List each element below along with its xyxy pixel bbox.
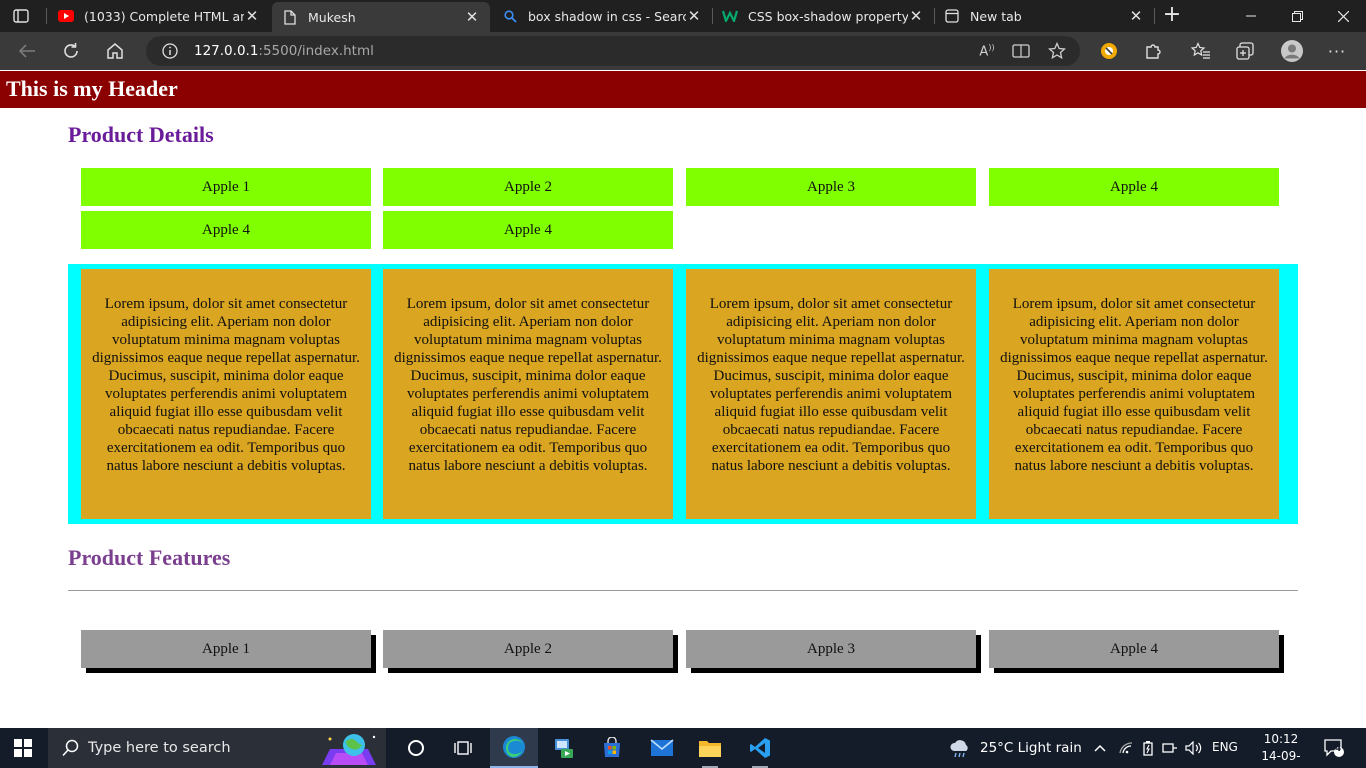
weather-text[interactable]: 25°C Light rain bbox=[980, 740, 1082, 756]
green-box: Apple 4 bbox=[81, 211, 371, 249]
search-icon bbox=[502, 8, 518, 24]
more-menu-icon[interactable]: ··· bbox=[1326, 40, 1348, 62]
collections-icon[interactable] bbox=[1234, 40, 1256, 62]
site-info-icon[interactable] bbox=[160, 41, 180, 61]
tab-title: New tab bbox=[970, 8, 1022, 24]
task-view-icon[interactable] bbox=[440, 728, 488, 768]
new-tab-plus-icon[interactable]: + bbox=[1160, 4, 1184, 28]
cortana-icon[interactable] bbox=[392, 728, 440, 768]
weather-rain-icon[interactable] bbox=[948, 738, 972, 758]
close-window-icon[interactable] bbox=[1320, 0, 1366, 32]
youtube-icon bbox=[58, 8, 74, 24]
notification-count: 4 bbox=[1335, 744, 1342, 754]
device-manager-icon[interactable] bbox=[540, 728, 588, 768]
url-text[interactable]: 127.0.0.1:5500/index.html bbox=[194, 43, 374, 59]
product-features-title: Product Features bbox=[68, 545, 231, 570]
immersive-reader-icon[interactable] bbox=[1010, 40, 1032, 62]
gray-shadow-box: Apple 1 bbox=[81, 630, 371, 668]
windows-taskbar: Type here to search 25°C Light rain ENG … bbox=[0, 728, 1366, 768]
minimize-icon[interactable] bbox=[1228, 0, 1274, 32]
gray-shadow-box: Apple 2 bbox=[383, 630, 673, 668]
green-box: Apple 1 bbox=[81, 168, 371, 206]
clock-date: 14-09-2022 bbox=[1261, 749, 1301, 768]
file-explorer-icon[interactable] bbox=[686, 728, 734, 768]
url-path: :5500/index.html bbox=[258, 43, 374, 59]
tab-title: CSS box-shadow property bbox=[748, 8, 908, 24]
favorites-icon[interactable] bbox=[1190, 40, 1212, 62]
green-box: Apple 3 bbox=[686, 168, 976, 206]
green-box: Apple 2 bbox=[383, 168, 673, 206]
tab-title: (1033) Complete HTML and CSS bbox=[84, 8, 244, 24]
favorite-star-icon[interactable] bbox=[1046, 40, 1068, 62]
search-icon bbox=[62, 739, 80, 757]
web-page: This is my Header Product Details Apple … bbox=[0, 70, 1366, 728]
newtab-icon bbox=[944, 8, 960, 24]
vscode-icon[interactable] bbox=[736, 728, 784, 768]
chevron-up-icon[interactable] bbox=[1090, 738, 1110, 758]
extension-badge-icon[interactable] bbox=[1098, 40, 1120, 62]
lorem-card: Lorem ipsum, dolor sit amet consectetur … bbox=[989, 269, 1279, 519]
tab-bing-search[interactable]: box shadow in css - Search ✕ bbox=[492, 0, 712, 32]
wifi-icon[interactable] bbox=[1116, 738, 1136, 758]
clock-time: 10:12 bbox=[1263, 732, 1299, 746]
home-icon[interactable] bbox=[104, 40, 126, 62]
lorem-card: Lorem ipsum, dolor sit amet consectetur … bbox=[686, 269, 976, 519]
tab-mukesh[interactable]: Mukesh ✕ bbox=[272, 2, 490, 32]
tab-w3schools[interactable]: CSS box-shadow property ✕ bbox=[712, 0, 934, 32]
close-tab-icon[interactable]: ✕ bbox=[464, 9, 480, 25]
w3schools-icon bbox=[722, 8, 738, 24]
refresh-icon[interactable] bbox=[60, 40, 82, 62]
tab-actions-icon[interactable] bbox=[10, 6, 32, 26]
microsoft-store-icon[interactable] bbox=[588, 728, 636, 768]
page-header: This is my Header bbox=[0, 71, 1366, 108]
network-ethernet-icon[interactable] bbox=[1160, 738, 1180, 758]
lorem-card: Lorem ipsum, dolor sit amet consectetur … bbox=[81, 269, 371, 519]
gray-shadow-box: Apple 3 bbox=[686, 630, 976, 668]
clock[interactable]: 10:12 14-09-2022 bbox=[1253, 731, 1309, 768]
tab-youtube[interactable]: (1033) Complete HTML and CSS ✕ bbox=[48, 0, 270, 32]
edge-browser-icon[interactable] bbox=[490, 728, 538, 768]
taskbar-search-box[interactable]: Type here to search bbox=[48, 728, 386, 768]
close-tab-icon[interactable]: ✕ bbox=[686, 8, 702, 24]
tab-new-tab[interactable]: New tab ✕ bbox=[934, 0, 1154, 32]
divider bbox=[68, 590, 1298, 591]
windows-start-icon[interactable] bbox=[14, 739, 32, 757]
extensions-puzzle-icon[interactable] bbox=[1142, 40, 1164, 62]
back-arrow-icon[interactable] bbox=[16, 40, 38, 62]
close-tab-icon[interactable]: ✕ bbox=[908, 8, 924, 24]
read-aloud-icon[interactable]: A)) bbox=[976, 40, 998, 62]
browser-tab-strip: (1033) Complete HTML and CSS ✕ Mukesh ✕ … bbox=[0, 0, 1366, 32]
mail-icon[interactable] bbox=[638, 728, 686, 768]
cards-container: Lorem ipsum, dolor sit amet consectetur … bbox=[68, 264, 1298, 524]
language-indicator[interactable]: ENG bbox=[1212, 740, 1238, 754]
search-placeholder: Type here to search bbox=[88, 740, 231, 756]
gray-shadow-box: Apple 4 bbox=[989, 630, 1279, 668]
search-highlight-globe-icon bbox=[316, 731, 382, 765]
close-tab-icon[interactable]: ✕ bbox=[244, 8, 260, 24]
battery-charging-icon[interactable] bbox=[1138, 738, 1158, 758]
restore-icon[interactable] bbox=[1274, 0, 1320, 32]
tab-title: box shadow in css - Search bbox=[528, 8, 686, 24]
page-icon bbox=[282, 9, 298, 25]
lorem-card: Lorem ipsum, dolor sit amet consectetur … bbox=[383, 269, 673, 519]
notifications-icon[interactable]: 4 bbox=[1322, 738, 1346, 758]
close-tab-icon[interactable]: ✕ bbox=[1128, 8, 1144, 24]
browser-toolbar: 127.0.0.1:5500/index.html A)) ··· bbox=[0, 32, 1366, 70]
green-box: Apple 4 bbox=[383, 211, 673, 249]
address-bar[interactable]: 127.0.0.1:5500/index.html A)) bbox=[146, 36, 1080, 66]
product-details-title: Product Details bbox=[68, 122, 214, 147]
volume-icon[interactable] bbox=[1184, 738, 1204, 758]
green-box: Apple 4 bbox=[989, 168, 1279, 206]
tab-title: Mukesh bbox=[308, 9, 356, 25]
profile-avatar-icon[interactable] bbox=[1280, 40, 1304, 62]
url-host: 127.0.0.1 bbox=[194, 43, 259, 59]
